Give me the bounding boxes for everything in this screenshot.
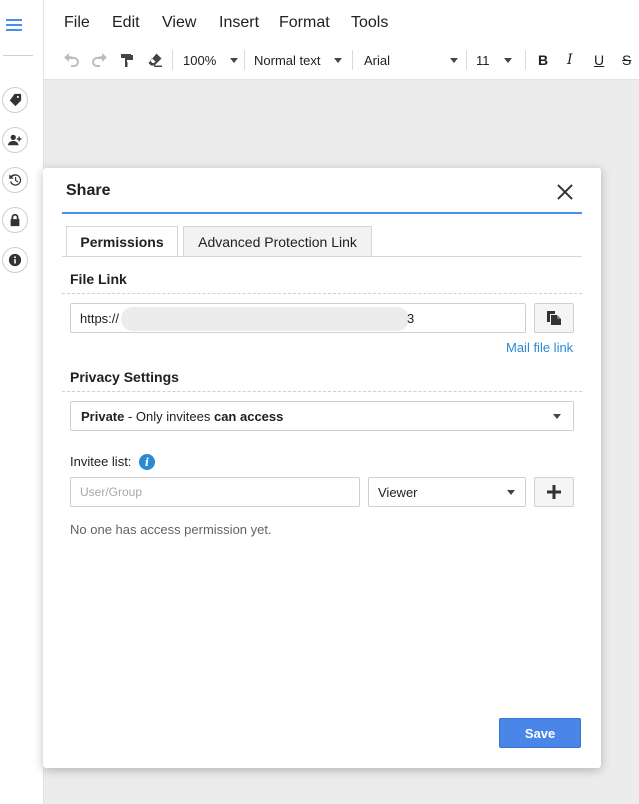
add-invitee-button[interactable] [534, 477, 574, 507]
dialog-title: Share [66, 182, 111, 199]
toolbar-separator [525, 50, 526, 70]
role-select[interactable]: Viewer [368, 477, 526, 507]
undo-icon[interactable] [64, 48, 80, 72]
font-select[interactable]: Arial [364, 48, 458, 72]
file-link-field[interactable]: https:// 3 [70, 303, 526, 333]
close-icon[interactable] [555, 182, 575, 202]
lock-icon[interactable] [2, 207, 28, 233]
info-icon[interactable]: i [139, 454, 155, 470]
toolbar-separator [244, 50, 245, 70]
toolbar-separator [466, 50, 467, 70]
bold-button[interactable]: B [538, 48, 548, 72]
redo-icon[interactable] [91, 48, 107, 72]
menu-file[interactable]: File [64, 14, 90, 32]
underline-button[interactable]: U [594, 48, 604, 72]
privacy-access: can access [213, 408, 284, 424]
redacted-region [121, 307, 409, 331]
chevron-down-icon [504, 57, 512, 63]
file-link-suffix: 3 [407, 311, 415, 326]
toolbar: 100% Normal text Arial 11 B I U S [44, 44, 639, 80]
menu-bar: File Edit View Insert Format Tools [44, 0, 639, 44]
chevron-down-icon [553, 414, 561, 419]
toolbar-separator [172, 50, 173, 70]
italic-button[interactable]: I [567, 48, 573, 72]
copy-icon [547, 311, 561, 325]
copy-link-button[interactable] [534, 303, 574, 333]
menu-format[interactable]: Format [279, 14, 330, 32]
font-value: Arial [364, 52, 391, 68]
toolbar-separator [352, 50, 353, 70]
info-icon[interactable] [2, 247, 28, 273]
menu-tools[interactable]: Tools [351, 14, 388, 32]
user-group-input[interactable] [70, 477, 360, 507]
section-divider [62, 293, 582, 294]
menu-edit[interactable]: Edit [112, 14, 140, 32]
strikethrough-button[interactable]: S [622, 48, 631, 72]
add-user-icon[interactable] [2, 127, 28, 153]
style-select[interactable]: Normal text [254, 48, 343, 72]
privacy-level: Private [81, 408, 125, 424]
chevron-down-icon [230, 57, 239, 63]
plus-icon [547, 485, 561, 499]
tab-advanced-protection-link[interactable]: Advanced Protection Link [183, 226, 372, 256]
font-size-value: 11 [476, 52, 490, 68]
save-button[interactable]: Save [499, 718, 581, 748]
tag-icon[interactable] [2, 87, 28, 113]
chevron-down-icon [507, 490, 515, 495]
empty-permissions-note: No one has access permission yet. [70, 522, 272, 537]
invitee-list-label: Invitee list: [70, 454, 132, 469]
zoom-select[interactable]: 100% [183, 48, 239, 72]
history-icon[interactable] [2, 167, 28, 193]
tab-permissions[interactable]: Permissions [66, 226, 178, 257]
left-rail [0, 0, 44, 804]
role-value: Viewer [378, 484, 418, 500]
style-value: Normal text [254, 52, 321, 68]
tabs-divider [62, 256, 582, 257]
mail-file-link[interactable]: Mail file link [506, 340, 573, 355]
privacy-select[interactable]: Private - Only invitees can access [70, 401, 574, 431]
share-dialog: Share Permissions Advanced Protection Li… [43, 168, 601, 768]
rail-divider [3, 55, 33, 56]
section-divider [62, 391, 582, 392]
zoom-value: 100% [183, 52, 217, 68]
chevron-down-icon [450, 57, 458, 63]
menu-insert[interactable]: Insert [219, 14, 259, 32]
title-underline [62, 212, 582, 214]
menu-icon[interactable] [4, 16, 24, 36]
privacy-settings-heading: Privacy Settings [70, 369, 179, 385]
clear-format-icon[interactable] [147, 48, 163, 72]
chevron-down-icon [334, 57, 343, 63]
paint-format-icon[interactable] [119, 48, 135, 72]
font-size-select[interactable]: 11 [476, 48, 512, 72]
file-link-prefix: https:// [80, 310, 120, 326]
file-link-heading: File Link [70, 271, 127, 287]
menu-view[interactable]: View [162, 14, 196, 32]
privacy-description: - Only invitees [124, 408, 214, 424]
